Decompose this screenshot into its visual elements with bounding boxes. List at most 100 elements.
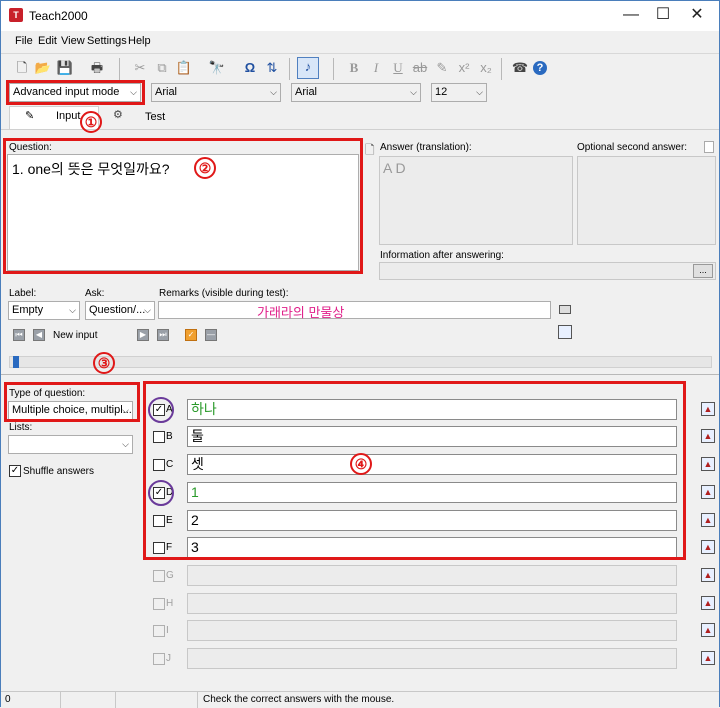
open-icon[interactable]: 📂	[34, 59, 52, 77]
annotation-number-3: ③	[93, 352, 115, 374]
menu-view[interactable]: View	[61, 35, 85, 47]
choice-field-h[interactable]	[187, 593, 677, 614]
save-icon[interactable]: 💾	[56, 59, 74, 77]
font-select-2[interactable]: Arial ⌵	[291, 83, 421, 102]
annotation-number-2: ②	[194, 157, 216, 179]
choice-letter: H	[166, 598, 174, 609]
picture-icon[interactable]: ▲	[701, 457, 715, 471]
picture-icon[interactable]: ▲	[701, 623, 715, 637]
section-divider	[1, 374, 719, 375]
chevron-down-icon: ⌵	[69, 305, 76, 315]
picture-icon[interactable]: ▲	[701, 596, 715, 610]
expand-icon[interactable]	[704, 141, 714, 153]
answer-text: A D	[383, 160, 406, 176]
bold-icon[interactable]: B	[345, 59, 363, 77]
keyboard-icon[interactable]	[559, 305, 571, 314]
picture-icon[interactable]: ▲	[701, 485, 715, 499]
new-icon[interactable]: 🗋	[13, 59, 31, 77]
close-button[interactable]: ✕	[675, 1, 719, 31]
previous-record-icon[interactable]: ◀	[33, 329, 45, 341]
last-record-icon[interactable]: ⏭	[157, 329, 169, 341]
cut-icon[interactable]: ✂	[131, 59, 149, 77]
toolbar: 🗋 📂 💾 🖶 ✂ ⧉ 📋 🔭 Ω ⇅ ♪ B I U ab ✎ x² x₂ ☎…	[1, 53, 719, 81]
menu-settings[interactable]: Settings	[87, 35, 127, 47]
menu-edit[interactable]: Edit	[38, 35, 57, 47]
superscript-icon[interactable]: x²	[455, 59, 473, 77]
toolbar-separator	[289, 58, 290, 80]
pen-icon[interactable]: ✎	[433, 59, 451, 77]
new-input-label: New input	[53, 330, 98, 341]
answer-field[interactable]: A D	[379, 156, 573, 245]
tab-test[interactable]: Test	[145, 111, 165, 123]
paste-icon[interactable]: 📋	[175, 59, 193, 77]
lists-select[interactable]: ⌵	[8, 435, 133, 454]
music-note-icon[interactable]: ♪	[297, 57, 319, 79]
picture-icon[interactable]	[558, 325, 572, 339]
first-record-icon[interactable]: ⏮	[13, 329, 25, 341]
status-cell	[61, 692, 116, 708]
info-after-button[interactable]: ...	[693, 264, 713, 278]
status-count: 0	[5, 694, 11, 705]
annotation-frame-2	[3, 138, 363, 274]
menu-bar: File Edit View Settings Help	[1, 32, 719, 52]
delete-icon[interactable]: —	[205, 329, 217, 341]
label-select[interactable]: Empty ⌵	[8, 301, 80, 320]
choice-letter: G	[166, 570, 174, 581]
chevron-down-icon: ⌵	[270, 87, 277, 97]
shuffle-checkbox[interactable]: ✓	[9, 465, 21, 477]
choice-field-i[interactable]	[187, 620, 677, 641]
underline-icon[interactable]: U	[389, 59, 407, 77]
picture-icon[interactable]: ▲	[701, 540, 715, 554]
help-icon[interactable]: ?	[533, 61, 547, 75]
sort-icon[interactable]: ⇅	[263, 59, 281, 77]
annotation-number-4: ④	[350, 453, 372, 475]
remarks-field[interactable]: 가래라의 만물상	[158, 301, 551, 320]
status-message: Check the correct answers with the mouse…	[203, 694, 395, 705]
ask-select[interactable]: Question/... ⌵	[85, 301, 155, 320]
omega-icon[interactable]: Ω	[241, 59, 259, 77]
phone-icon[interactable]: ☎	[511, 59, 529, 77]
font-select-1-value: Arial	[155, 86, 178, 98]
annotation-frame-1	[6, 80, 145, 105]
find-icon[interactable]: 🔭	[208, 59, 226, 77]
choice-field-j[interactable]	[187, 648, 677, 669]
page-icon: 🗋	[365, 143, 375, 157]
italic-icon[interactable]: I	[367, 59, 385, 77]
tab-input-label: Input	[56, 110, 81, 122]
strikethrough-icon[interactable]: ab	[411, 59, 429, 77]
picture-icon[interactable]: ▲	[701, 429, 715, 443]
toolbar-separator	[333, 58, 334, 80]
font-size-select[interactable]: 12 ⌵	[431, 83, 487, 102]
font-size-value: 12	[435, 86, 448, 98]
next-record-icon[interactable]: ▶	[137, 329, 149, 341]
choice-checkbox-i[interactable]	[153, 625, 165, 637]
annotation-frame-3	[4, 382, 140, 422]
menu-file[interactable]: File	[15, 35, 33, 47]
picture-icon[interactable]: ▲	[701, 651, 715, 665]
status-bar: 0 Check the correct answers with the mou…	[1, 691, 719, 708]
picture-icon[interactable]: ▲	[701, 568, 715, 582]
ask-select-value: Question/...	[89, 304, 146, 316]
chevron-down-icon: ⌵	[122, 439, 129, 449]
remarks-text: 가래라의 만물상	[257, 305, 345, 320]
picture-icon[interactable]: ▲	[701, 513, 715, 527]
annotation-number-1: ①	[80, 111, 102, 133]
info-after-field[interactable]: ...	[379, 262, 716, 280]
subscript-icon[interactable]: x₂	[477, 59, 495, 77]
second-answer-field[interactable]	[577, 156, 716, 245]
picture-icon[interactable]: ▲	[701, 402, 715, 416]
font-select-1[interactable]: Arial ⌵	[151, 83, 281, 102]
choice-field-g[interactable]	[187, 565, 677, 586]
remarks-label: Remarks (visible during test):	[159, 288, 289, 299]
toolbar-separator	[501, 58, 502, 80]
info-after-label: Information after answering:	[380, 250, 504, 261]
slider-thumb[interactable]	[13, 356, 19, 368]
choice-checkbox-g[interactable]	[153, 570, 165, 582]
menu-help[interactable]: Help	[128, 35, 151, 47]
check-icon[interactable]: ✓	[185, 329, 197, 341]
print-icon[interactable]: 🖶	[88, 59, 106, 77]
chevron-down-icon: ⌵	[144, 305, 151, 315]
choice-checkbox-j[interactable]	[153, 653, 165, 665]
choice-checkbox-h[interactable]	[153, 598, 165, 610]
copy-icon[interactable]: ⧉	[153, 59, 171, 77]
